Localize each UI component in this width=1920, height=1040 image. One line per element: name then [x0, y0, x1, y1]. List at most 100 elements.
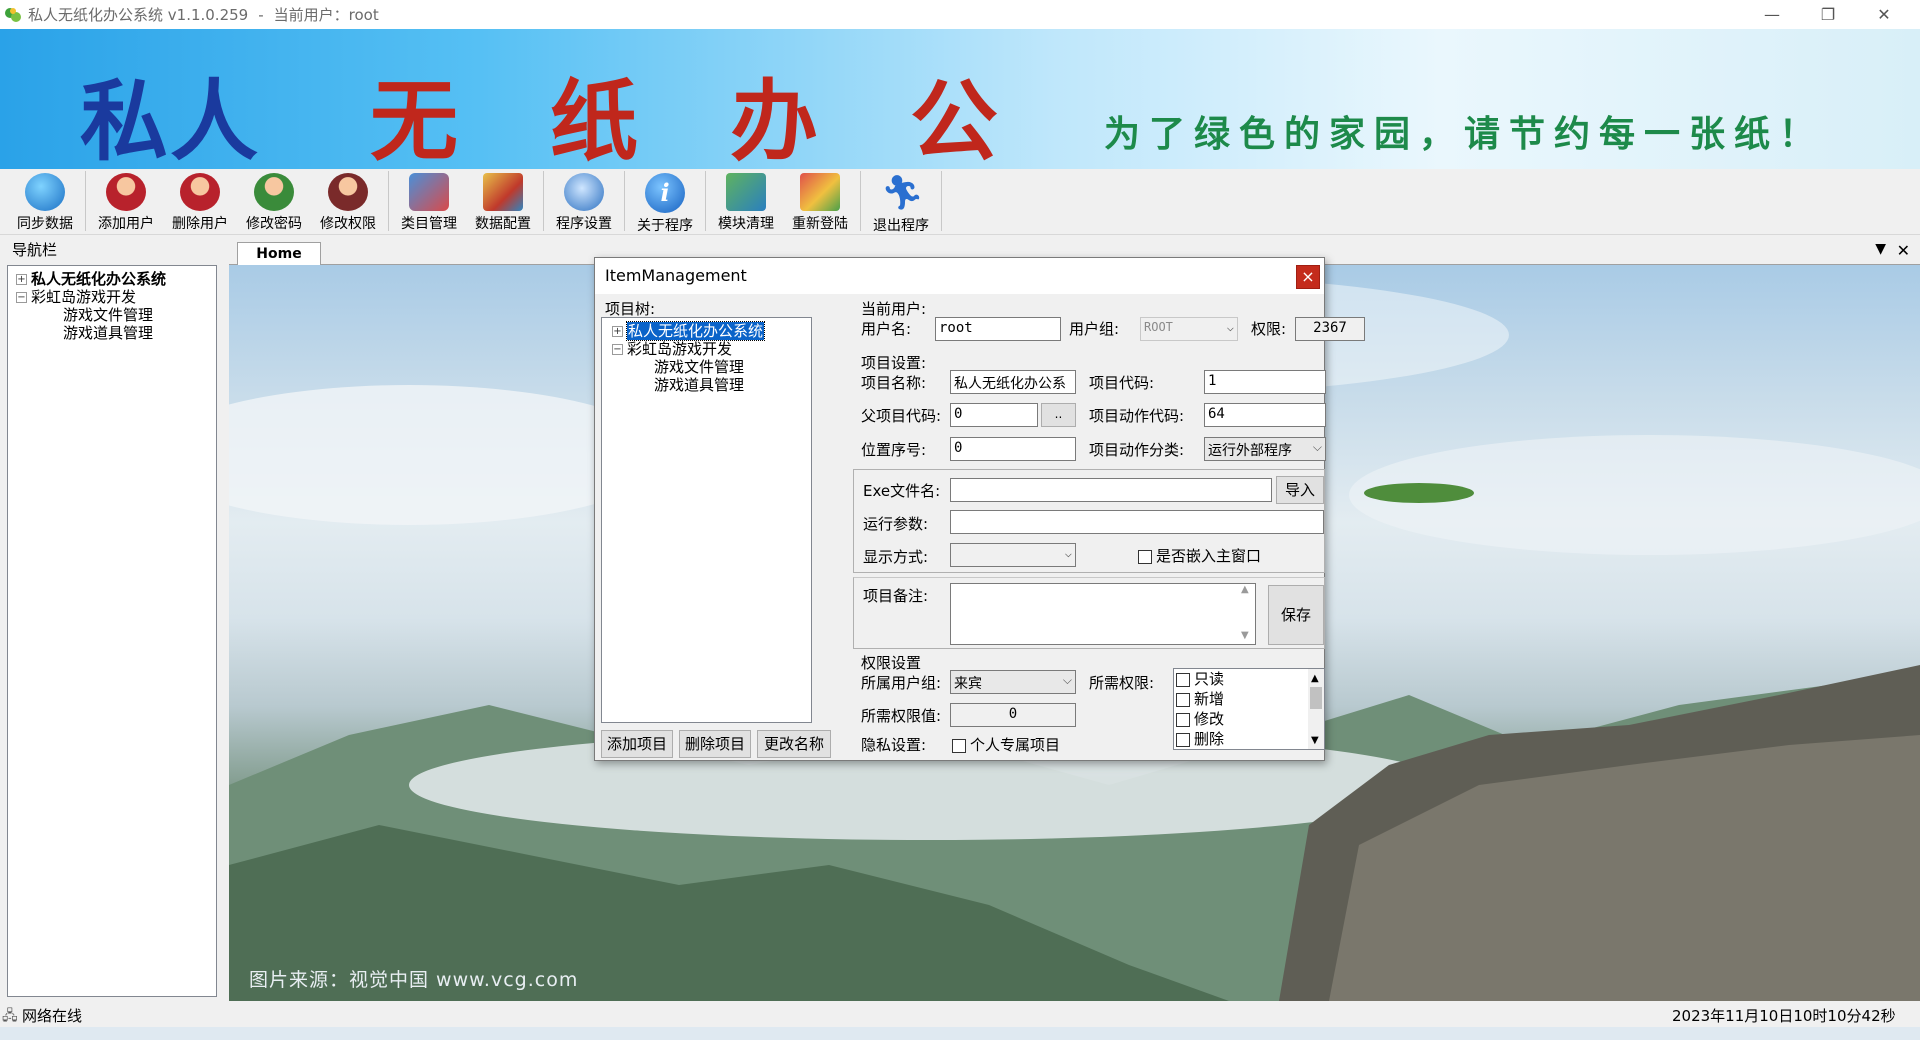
nav-header: 导航栏 — [12, 241, 58, 259]
owner-group-select[interactable]: 来宾 ⌵ — [950, 670, 1076, 694]
relogin-button[interactable]: 重新登陆 — [783, 169, 857, 233]
collapse-icon[interactable]: − — [16, 292, 27, 303]
checkbox-icon — [1176, 712, 1190, 727]
exit-button[interactable]: 🏃︎ 退出程序 — [864, 169, 938, 234]
item-node-root[interactable]: + 私人无纸化办公系统 — [612, 321, 766, 341]
category-button[interactable]: 类目管理 — [392, 169, 466, 233]
scroll-thumb[interactable] — [1310, 687, 1322, 709]
expand-icon[interactable]: + — [612, 326, 623, 337]
perm-list-scrollbar[interactable]: ▲ ▼ — [1308, 669, 1324, 749]
save-button[interactable]: 保存 — [1268, 585, 1324, 645]
run-args-field[interactable] — [950, 510, 1324, 534]
add-item-button[interactable]: 添加项目 — [601, 730, 673, 758]
nav-node-label: 彩虹岛游戏开发 — [31, 288, 137, 306]
item-name-field[interactable]: 私人无纸化办公系 — [950, 370, 1076, 394]
settings-icon — [564, 173, 604, 211]
current-user: root — [348, 5, 379, 24]
chevron-down-icon: ⌵ — [1064, 546, 1072, 560]
program-settings-button[interactable]: 程序设置 — [547, 169, 621, 233]
delete-user-icon — [180, 173, 220, 211]
perm-option-add[interactable]: 新增 — [1176, 689, 1324, 709]
toolbar-label: 修改密码 — [246, 216, 302, 232]
item-tree[interactable]: + 私人无纸化办公系统 − 彩虹岛游戏开发 游戏文件管理 游戏道具管理 — [601, 317, 812, 723]
required-value-field[interactable]: 0 — [950, 703, 1076, 727]
checkbox-icon — [1176, 692, 1190, 707]
banner-title-part: 无 — [370, 69, 461, 169]
private-item-label: 个人专属项目 — [970, 736, 1061, 754]
delete-item-button[interactable]: 删除项目 — [679, 730, 751, 758]
embed-checkbox[interactable]: 是否嵌入主窗口 — [1138, 545, 1261, 566]
run-args-label: 运行参数: — [863, 515, 929, 533]
username-field[interactable]: root — [935, 317, 1061, 341]
action-code-label: 项目动作代码: — [1089, 407, 1185, 425]
nav-node-root[interactable]: + 私人无纸化办公系统 — [16, 270, 166, 288]
scroll-up-icon[interactable]: ▲ — [1311, 669, 1319, 689]
rename-item-button[interactable]: 更改名称 — [757, 730, 831, 758]
perm-section: 权限设置 — [861, 654, 922, 672]
banner-title-part: 办 — [730, 69, 821, 169]
item-node-child[interactable]: 游戏道具管理 — [654, 376, 744, 394]
item-code-label: 项目代码: — [1089, 374, 1155, 392]
tab-home[interactable]: Home — [237, 242, 321, 266]
scroll-down-icon[interactable]: ▼ — [1241, 630, 1249, 641]
about-button[interactable]: i 关于程序 — [628, 169, 702, 234]
perm-option-delete[interactable]: 删除 — [1176, 729, 1324, 749]
toolbar-label: 退出程序 — [873, 218, 929, 234]
nav-node-child[interactable]: 游戏文件管理 — [63, 306, 153, 324]
parent-code-field[interactable]: 0 — [950, 403, 1038, 427]
tab-close-icon[interactable]: ✕ — [1897, 241, 1910, 260]
change-permission-icon — [328, 173, 368, 211]
parent-code-label: 父项目代码: — [861, 407, 942, 425]
display-mode-select[interactable]: ⌵ — [950, 543, 1076, 567]
order-field[interactable]: 0 — [950, 437, 1076, 461]
nav-node-child[interactable]: 游戏道具管理 — [63, 324, 153, 342]
collapse-icon[interactable]: − — [612, 344, 623, 355]
expand-icon[interactable]: + — [16, 274, 27, 285]
sync-globe-icon — [25, 173, 65, 211]
private-item-checkbox[interactable]: 个人专属项目 — [952, 734, 1060, 755]
permission-field[interactable]: 2367 — [1295, 317, 1365, 341]
toolbar-separator — [705, 171, 706, 231]
privacy-label: 隐私设置: — [861, 736, 927, 754]
exe-file-field[interactable] — [950, 478, 1272, 502]
window-title: 私人无纸化办公系统 v1.1.0.259 — [28, 6, 249, 24]
chevron-down-icon: ⌵ — [1226, 320, 1234, 334]
import-button[interactable]: 导入 — [1276, 476, 1324, 504]
required-perm-list[interactable]: 只读 新增 修改 删除 ▲ ▼ — [1173, 668, 1325, 750]
nav-tree[interactable]: + 私人无纸化办公系统 − 彩虹岛游戏开发 游戏文件管理 游戏道具管理 — [7, 265, 217, 997]
browse-parent-button[interactable]: .. — [1041, 403, 1076, 427]
image-credit: 图片来源：视觉中国 www.vcg.com — [249, 969, 579, 991]
sync-data-button[interactable]: 同步数据 — [8, 169, 82, 233]
perm-option-readonly[interactable]: 只读 — [1176, 669, 1324, 689]
change-password-button[interactable]: 修改密码 — [237, 169, 311, 233]
item-node-group[interactable]: − 彩虹岛游戏开发 — [612, 340, 732, 358]
tree-label: 项目树: — [605, 300, 656, 318]
toolbar: 同步数据 添加用户 删除用户 修改密码 修改权限 类目管理 数据配置 程序设置 … — [0, 169, 1920, 235]
info-icon: i — [645, 173, 685, 213]
delete-user-button[interactable]: 删除用户 — [163, 169, 237, 233]
item-node-label: 游戏道具管理 — [654, 376, 745, 394]
module-cleanup-button[interactable]: 模块清理 — [709, 169, 783, 233]
scroll-up-icon[interactable]: ▲ — [1241, 584, 1249, 595]
scroll-down-icon[interactable]: ▼ — [1311, 731, 1319, 751]
change-permission-button[interactable]: 修改权限 — [311, 169, 385, 233]
perm-option-modify[interactable]: 修改 — [1176, 709, 1324, 729]
toolbar-label: 关于程序 — [637, 218, 693, 234]
tab-list-icon[interactable]: ▼ — [1875, 241, 1886, 257]
close-window-button[interactable]: ✕ — [1856, 0, 1912, 29]
action-code-field[interactable]: 64 — [1204, 403, 1326, 427]
perm-option-label: 只读 — [1194, 670, 1225, 688]
remark-field[interactable] — [950, 583, 1256, 645]
toolbar-label: 同步数据 — [17, 216, 73, 232]
nav-node-group[interactable]: − 彩虹岛游戏开发 — [16, 288, 136, 306]
dialog-title: ItemManagement — [595, 258, 1324, 294]
add-user-button[interactable]: 添加用户 — [89, 169, 163, 233]
action-type-select[interactable]: 运行外部程序 ⌵ — [1204, 437, 1326, 461]
restore-button[interactable]: ❐ — [1800, 0, 1856, 29]
item-code-field[interactable]: 1 — [1204, 370, 1326, 394]
user-group-select[interactable]: ROOT ⌵ — [1140, 317, 1238, 341]
item-node-child[interactable]: 游戏文件管理 — [654, 358, 744, 376]
dialog-close-button[interactable]: × — [1296, 265, 1320, 289]
data-config-button[interactable]: 数据配置 — [466, 169, 540, 233]
minimize-button[interactable]: — — [1744, 0, 1800, 29]
